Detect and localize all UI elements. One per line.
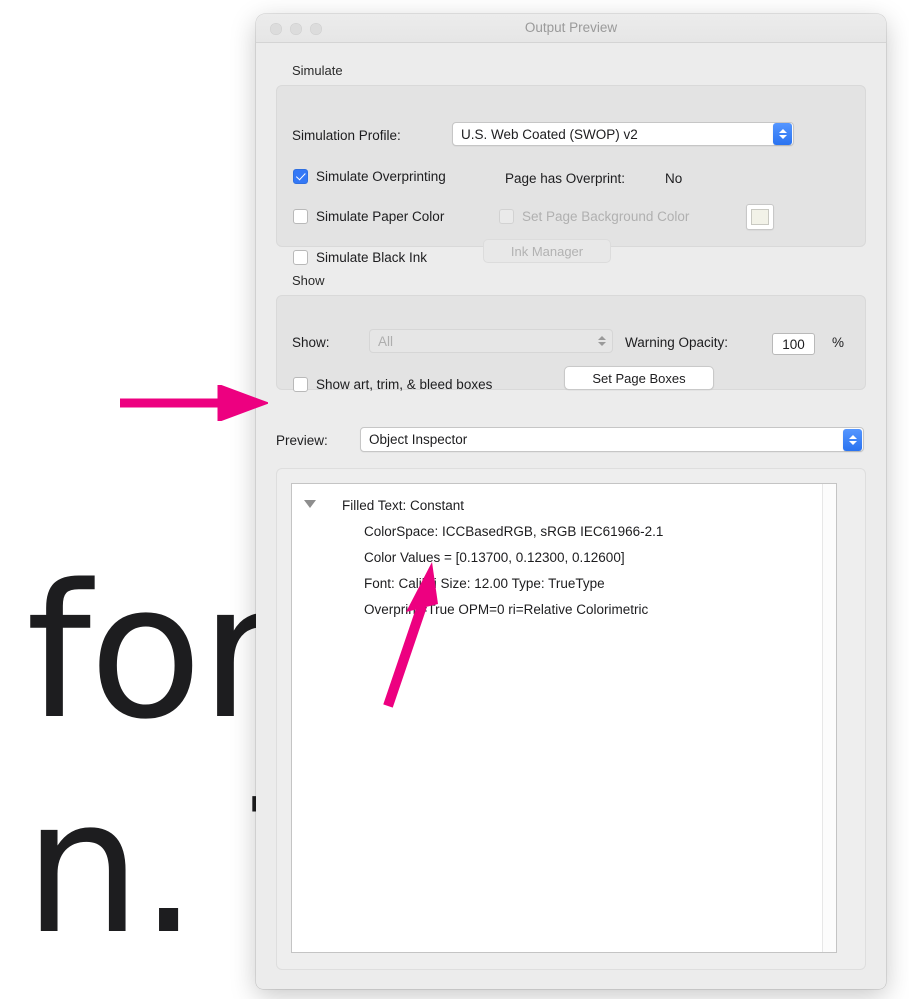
disclosure-triangle-icon[interactable]	[304, 500, 316, 508]
simulate-black-ink-checkbox[interactable]	[293, 250, 308, 265]
simulate-black-ink-label: Simulate Black Ink	[316, 250, 428, 265]
annotation-arrow-to-font-row	[383, 562, 438, 708]
ink-manager-button: Ink Manager	[483, 239, 611, 263]
preview-popup-value: Object Inspector	[369, 432, 468, 447]
simulate-overprinting-checkbox-row[interactable]: Simulate Overprinting	[293, 169, 446, 184]
simulate-paper-color-checkbox-row[interactable]: Simulate Paper Color	[293, 209, 444, 224]
page-has-overprint-label: Page has Overprint:	[505, 171, 626, 186]
tree-vertical-scrollbar[interactable]	[822, 484, 836, 952]
output-preview-window: Output Preview Simulate Simulation Profi…	[256, 14, 886, 989]
set-page-background-color-checkbox-row: Set Page Background Color	[499, 209, 689, 224]
simulation-profile-stepper-icon[interactable]	[773, 123, 792, 145]
simulate-group-label: Simulate	[292, 63, 343, 78]
show-popup-label: Show:	[292, 335, 330, 350]
object-inspector-tree[interactable]: Filled Text: Constant ColorSpace: ICCBas…	[291, 483, 837, 953]
set-page-background-color-checkbox	[499, 209, 514, 224]
set-page-boxes-button[interactable]: Set Page Boxes	[564, 366, 714, 390]
page-background-color-well[interactable]	[746, 204, 774, 230]
simulation-profile-popup[interactable]: U.S. Web Coated (SWOP) v2	[452, 122, 794, 146]
show-boxes-label: Show art, trim, & bleed boxes	[316, 377, 493, 392]
set-page-background-color-label: Set Page Background Color	[522, 209, 690, 224]
simulate-overprinting-label: Simulate Overprinting	[316, 169, 446, 184]
background-document-text-line-1: for	[26, 544, 276, 760]
warning-opacity-input[interactable]: 100	[772, 333, 815, 355]
simulation-profile-label: Simulation Profile:	[292, 128, 401, 143]
window-title: Output Preview	[524, 20, 618, 35]
show-group-label: Show	[292, 273, 325, 288]
show-popup-value: All	[378, 333, 394, 349]
simulation-profile-value: U.S. Web Coated (SWOP) v2	[461, 126, 638, 142]
color-swatch	[751, 209, 769, 225]
simulate-black-ink-checkbox-row[interactable]: Simulate Black Ink	[293, 250, 427, 265]
show-popup: All	[369, 329, 613, 353]
tree-row[interactable]: Filled Text: Constant	[342, 498, 464, 513]
annotation-arrow-to-preview	[120, 385, 268, 421]
show-boxes-checkbox[interactable]	[293, 377, 308, 392]
simulate-paper-color-checkbox[interactable]	[293, 209, 308, 224]
preview-popup-stepper-icon[interactable]	[843, 428, 862, 451]
show-popup-stepper-icon	[592, 330, 611, 352]
preview-label: Preview:	[276, 433, 328, 448]
warning-opacity-unit: %	[832, 335, 845, 350]
warning-opacity-label: Warning Opacity:	[625, 335, 729, 350]
simulate-overprinting-checkbox[interactable]	[293, 169, 308, 184]
simulate-paper-color-label: Simulate Paper Color	[316, 209, 445, 224]
window-titlebar: Output Preview	[256, 14, 886, 43]
show-boxes-checkbox-row[interactable]: Show art, trim, & bleed boxes	[293, 377, 492, 392]
preview-popup[interactable]: Object Inspector	[360, 427, 864, 452]
object-inspector-panel: Filled Text: Constant ColorSpace: ICCBas…	[276, 468, 866, 970]
window-content: Simulate Simulation Profile: U.S. Web Co…	[256, 43, 886, 989]
tree-row[interactable]: ColorSpace: ICCBasedRGB, sRGB IEC61966-2…	[364, 524, 663, 539]
page-has-overprint-value: No	[665, 171, 683, 186]
